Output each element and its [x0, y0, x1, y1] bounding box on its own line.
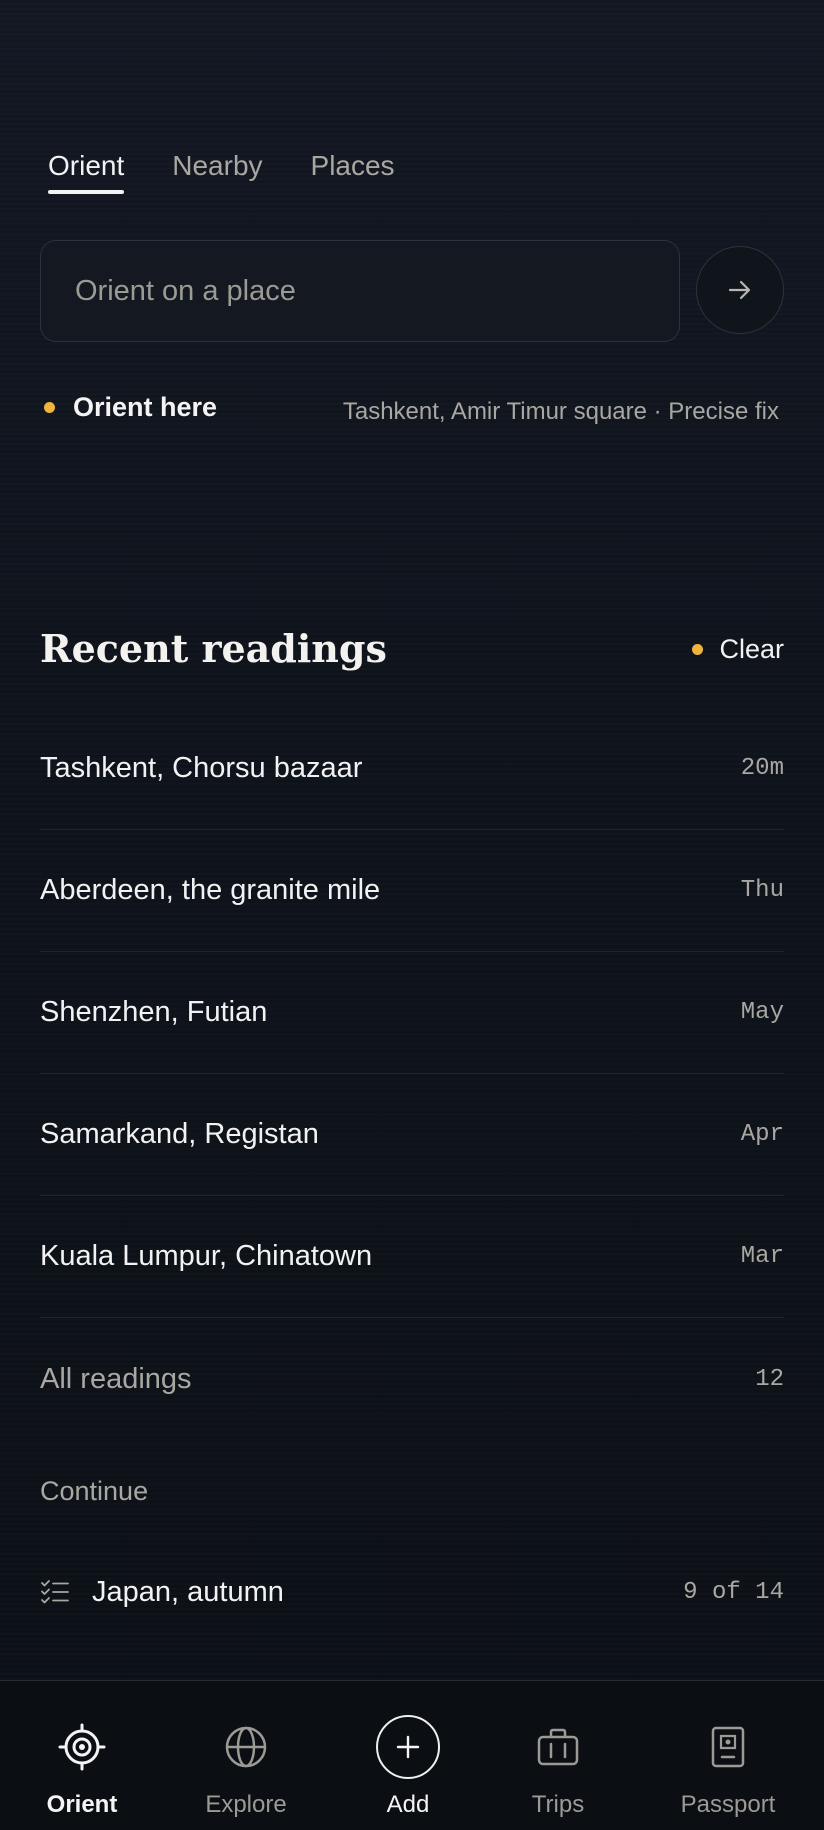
section-title: Recent readings [40, 626, 387, 671]
trip-name: Japan, autumn [92, 1575, 284, 1608]
clear-button[interactable]: Clear [692, 634, 784, 665]
add-circle [376, 1715, 440, 1779]
checklist-icon [41, 1580, 69, 1604]
passport-icon [711, 1726, 745, 1768]
reading-time: Thu [740, 877, 784, 904]
reading-time: Mar [740, 1243, 784, 1270]
accent-dot [692, 644, 704, 655]
nav-add[interactable]: Add [358, 1681, 458, 1830]
reading-name: Shenzhen, Futian [40, 996, 268, 1028]
nav-trips-label: Trips [531, 1791, 585, 1818]
reading-time: Apr [740, 1121, 784, 1148]
trip-progress: 9 of 14 [683, 1578, 784, 1606]
clear-label: Clear [719, 634, 784, 664]
tab-nearby[interactable]: Nearby [172, 150, 262, 194]
arrow-right-icon [728, 280, 751, 300]
search-input[interactable] [75, 274, 679, 308]
accent-dot [44, 402, 55, 413]
search-box [40, 240, 680, 342]
location-fix-text: Tashkent, Amir Timur square · Precise fi… [342, 398, 779, 425]
reading-name: Kuala Lumpur, Chinatown [40, 1240, 373, 1272]
continue-trip-item[interactable]: Japan, autumn 9 of 14 [40, 1560, 784, 1624]
nav-add-label: Add [386, 1791, 430, 1818]
orient-here-label: Orient here [73, 392, 218, 422]
list-item[interactable]: Kuala Lumpur, Chinatown Mar [40, 1196, 784, 1318]
target-icon [58, 1723, 106, 1771]
suitcase-icon [537, 1728, 579, 1766]
reading-name: Aberdeen, the granite mile [40, 874, 381, 906]
nav-explore[interactable]: Explore [196, 1681, 296, 1830]
readings-list: Tashkent, Chorsu bazaar 20m Aberdeen, th… [40, 708, 784, 1440]
plus-icon [396, 1735, 420, 1759]
nav-explore-label: Explore [205, 1791, 287, 1818]
tab-orient[interactable]: Orient [48, 150, 125, 194]
reading-time: May [740, 999, 784, 1026]
nav-passport[interactable]: Passport [672, 1681, 784, 1830]
all-readings-link[interactable]: All readings 12 [40, 1318, 784, 1440]
bottom-nav: Orient Explore Add Trips Passport [0, 1680, 824, 1830]
list-item[interactable]: Tashkent, Chorsu bazaar 20m [40, 708, 784, 830]
nav-orient[interactable]: Orient [32, 1681, 132, 1830]
nav-passport-label: Passport [680, 1791, 776, 1818]
continue-heading: Continue [40, 1476, 149, 1506]
list-item[interactable]: Aberdeen, the granite mile Thu [40, 830, 784, 952]
all-readings-count: 12 [755, 1365, 784, 1393]
reading-name: Tashkent, Chorsu bazaar [40, 752, 363, 784]
globe-icon [225, 1726, 267, 1768]
reading-name: Samarkand, Registan [40, 1118, 319, 1150]
list-item[interactable]: Samarkand, Registan Apr [40, 1074, 784, 1196]
all-readings-label: All readings [40, 1362, 192, 1395]
list-item[interactable]: Shenzhen, Futian May [40, 952, 784, 1074]
nav-orient-label: Orient [46, 1791, 118, 1818]
reading-time: 20m [740, 755, 784, 782]
nav-trips[interactable]: Trips [508, 1681, 608, 1830]
top-tabs: Orient Nearby Places [48, 150, 395, 194]
orient-here-button[interactable]: Orient here [44, 392, 217, 423]
go-button[interactable] [696, 246, 784, 334]
tab-places[interactable]: Places [311, 150, 395, 194]
